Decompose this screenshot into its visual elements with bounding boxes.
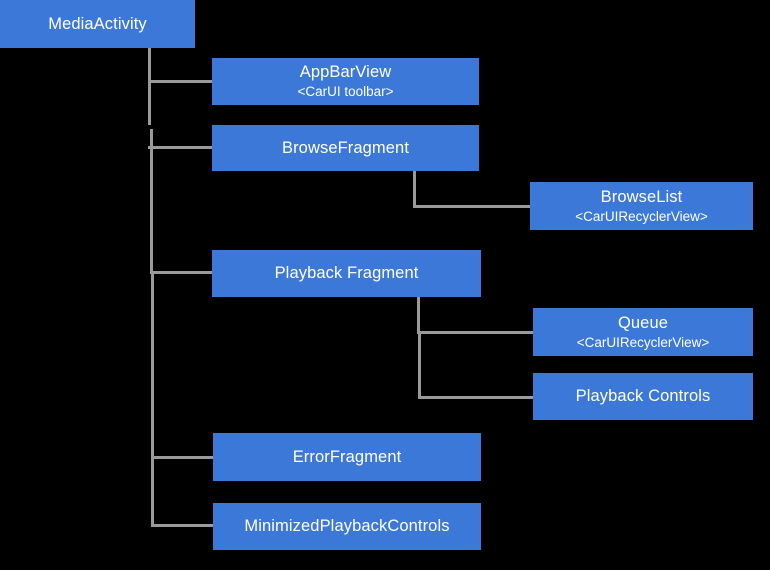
node-app-bar-view[interactable]: AppBarView <CarUI toolbar> [212,58,479,105]
node-error-fragment[interactable]: ErrorFragment [213,433,481,481]
node-title: ErrorFragment [292,447,402,466]
node-media-activity[interactable]: MediaActivity [0,0,195,48]
node-browse-list[interactable]: BrowseList <CarUIRecyclerView> [530,182,753,230]
connector-trunk-playback-fragment-b [418,331,421,399]
connector-branch-browse-fragment [148,146,213,149]
node-title: AppBarView [299,63,392,82]
diagram-canvas: MediaActivity AppBarView <CarUI toolbar> Br… [0,0,770,570]
node-title: BrowseList [600,187,683,206]
connector-branch-error-fragment [151,456,214,459]
node-title: MediaActivity [48,14,147,33]
connector-trunk-playback-fragment-a [417,296,420,334]
connector-branch-minimized-playback-controls [151,524,214,527]
node-title: Playback Controls [575,387,711,406]
node-subtitle: <CarUI toolbar> [297,84,394,100]
node-minimized-playback-controls[interactable]: MinimizedPlaybackControls [213,503,481,550]
node-playback-fragment[interactable]: Playback Fragment [212,250,481,297]
connector-branch-app-bar-view [148,80,213,83]
connector-branch-playback-fragment [150,271,213,274]
node-browse-fragment[interactable]: BrowseFragment [212,125,479,171]
connector-branch-queue [417,331,536,334]
connector-branch-playback-controls [418,396,536,399]
node-subtitle: <CarUIRecyclerView> [575,208,708,224]
node-title: Playback Fragment [274,264,419,283]
connector-trunk-media-activity-a [148,47,151,81]
node-title: BrowseFragment [281,138,410,157]
node-subtitle: <CarUIRecyclerView> [576,334,710,350]
node-title: Queue [617,313,669,332]
connector-trunk-media-activity-d [151,271,154,457]
connector-trunk-media-activity-c [150,129,153,274]
node-title: MinimizedPlaybackControls [244,517,450,536]
connector-trunk-media-activity-b [148,80,151,125]
connector-trunk-browse-fragment [413,170,416,208]
node-queue[interactable]: Queue <CarUIRecyclerView> [533,308,753,356]
connector-branch-browse-list [413,205,533,208]
node-playback-controls[interactable]: Playback Controls [533,373,753,420]
connector-trunk-media-activity-e [151,456,154,527]
